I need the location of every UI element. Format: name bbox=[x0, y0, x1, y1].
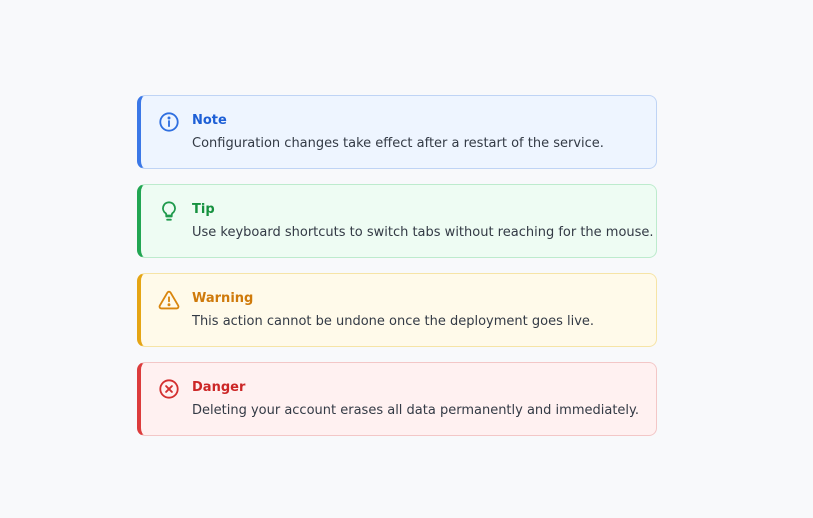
callout-body: Configuration changes take effect after … bbox=[192, 136, 604, 151]
lightbulb-icon bbox=[158, 200, 180, 222]
callout-tip: Tip Use keyboard shortcuts to switch tab… bbox=[137, 184, 657, 258]
callout-note: Note Configuration changes take effect a… bbox=[137, 95, 657, 169]
error-circle-icon bbox=[158, 378, 180, 400]
callout-title: Note bbox=[192, 113, 227, 128]
callout-title: Warning bbox=[192, 291, 254, 306]
warning-triangle-icon bbox=[158, 289, 180, 311]
info-icon bbox=[158, 111, 180, 133]
callout-warning: Warning This action cannot be undone onc… bbox=[137, 273, 657, 347]
callout-body: This action cannot be undone once the de… bbox=[192, 314, 595, 329]
callout-list: Note Configuration changes take effect a… bbox=[137, 95, 657, 451]
callout-body: Use keyboard shortcuts to switch tabs wi… bbox=[192, 225, 654, 240]
callout-title: Tip bbox=[192, 202, 215, 217]
callout-title: Danger bbox=[192, 380, 246, 395]
callout-body: Deleting your account erases all data pe… bbox=[192, 403, 640, 418]
callout-danger: Danger Deleting your account erases all … bbox=[137, 362, 657, 436]
